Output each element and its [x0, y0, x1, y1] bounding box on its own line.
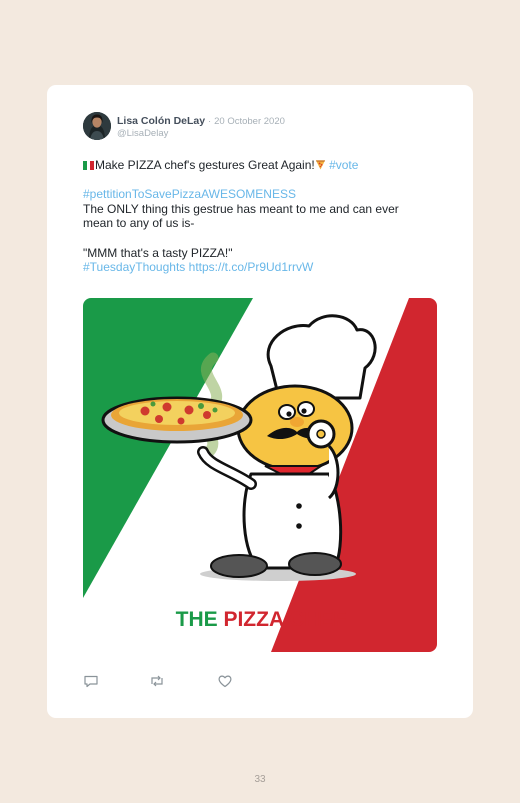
tweet-actions [83, 673, 283, 689]
tweet-url-link[interactable]: https://t.co/Pr9Ud1rrvW [189, 260, 314, 274]
author-name[interactable]: Lisa Colón DeLay [117, 115, 205, 127]
caption-part-1: THE [176, 608, 224, 631]
tweet-media-image[interactable]: THE PIZZA CHEF [83, 298, 437, 652]
author-handle[interactable]: @LisaDelay [117, 128, 168, 139]
hashtag-pettition[interactable]: #pettitionToSavePizzaAWESOMENESS [83, 187, 296, 201]
tweet-body-line-1: The ONLY thing this gestrue has meant to… [83, 201, 399, 216]
hashtag-vote[interactable]: #vote [329, 158, 358, 172]
page-number: 33 [254, 774, 266, 785]
tweet-line1-text: Make PIZZA chef's gestures Great Again! [95, 158, 315, 172]
tweet-date[interactable]: 20 October 2020 [214, 116, 285, 127]
tweet-body-line-2: mean to any of us is- [83, 216, 195, 231]
image-caption: THE PIZZA CHEF [176, 608, 347, 631]
like-icon[interactable] [217, 673, 233, 689]
caption-part-3: CHEF [289, 608, 346, 631]
italy-flag-icon [83, 159, 94, 170]
hashtag-tuesday-thoughts[interactable]: #TuesdayThoughts [83, 260, 185, 274]
author-line: Lisa Colón DeLay · 20 October 2020 [117, 115, 285, 127]
reply-icon[interactable] [83, 673, 99, 689]
pizza-slice-icon [315, 160, 325, 170]
tweet-card: Lisa Colón DeLay · 20 October 2020 @Lisa… [47, 85, 473, 718]
retweet-icon[interactable] [149, 673, 165, 689]
tweet-quote: "MMM that's a tasty PIZZA!" [83, 245, 233, 260]
avatar[interactable] [83, 112, 111, 140]
caption-part-2: PIZZA [223, 608, 289, 631]
tweet-line-1: Make PIZZA chef's gestures Great Again! … [83, 158, 453, 173]
separator: · [208, 116, 212, 127]
tweet-text: Make PIZZA chef's gestures Great Again! … [83, 158, 453, 275]
